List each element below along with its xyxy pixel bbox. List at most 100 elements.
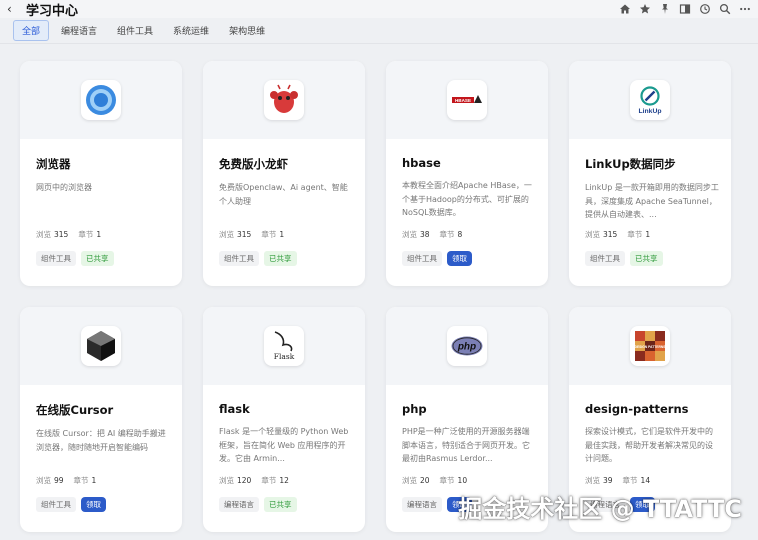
star-icon[interactable] xyxy=(638,2,652,16)
history-icon[interactable] xyxy=(698,2,712,16)
card-description: 在线版 Cursor：把 AI 编程助手搬进浏览器，随时随地开启智能编码 xyxy=(36,429,166,452)
card-description: 本教程全面介绍Apache HBase，一个基于Hadoop的分布式、可扩展的N… xyxy=(402,181,532,217)
card-title: 浏览器 xyxy=(36,157,71,171)
shared-badge: 已共享 xyxy=(264,251,297,266)
design-patterns-logo-icon: DESIGN PATTERNS xyxy=(630,326,670,366)
linkup-logo-text: LinkUp xyxy=(638,108,661,115)
chapters-stat: 章节 8 xyxy=(439,230,463,239)
chapters-stat: 章节 10 xyxy=(439,476,468,485)
design-patterns-logo-text: DESIGN PATTERNS xyxy=(635,345,667,349)
course-card-cursor[interactable]: 在线版Cursor 在线版 Cursor：把 AI 编程助手搬进浏览器，随时随地… xyxy=(20,307,182,532)
card-tags: 编程语言 已共享 xyxy=(219,497,297,512)
linkup-logo-icon: LinkUp xyxy=(630,80,670,120)
course-grid: 浏览器 网页中的浏览器 浏览 315 章节 1 组件工具 已共享 免费版小龙虾 免费… xyxy=(20,61,731,532)
shared-badge: 已共享 xyxy=(264,497,297,512)
views-stat: 浏览 38 xyxy=(402,230,430,239)
card-tags: 组件工具 已共享 xyxy=(585,251,663,266)
home-icon[interactable] xyxy=(618,2,632,16)
category-tag: 编程语言 xyxy=(219,497,259,512)
chapters-stat: 章节 1 xyxy=(73,476,97,485)
card-description: LinkUp 是一款开箱即用的数据同步工具，深度集成 Apache SeaTun… xyxy=(585,183,719,219)
chapters-stat: 章节 14 xyxy=(622,476,651,485)
views-stat: 浏览 20 xyxy=(402,476,430,485)
category-tag: 组件工具 xyxy=(36,497,76,512)
course-card-flask[interactable]: Flask flask Flask 是一个轻量级的 Python Web 框架，… xyxy=(203,307,365,532)
more-icon[interactable] xyxy=(738,2,752,16)
tab-component-tools[interactable]: 组件工具 xyxy=(109,21,161,40)
card-tags: 组件工具 已共享 xyxy=(219,251,297,266)
card-title: 免费版小龙虾 xyxy=(219,157,288,171)
card-tags: 组件工具 领取 xyxy=(36,497,106,512)
card-tags: 组件工具 领取 xyxy=(402,251,472,266)
chapters-stat: 章节 1 xyxy=(261,230,285,239)
card-stats: 浏览 120 章节 12 xyxy=(219,475,289,486)
pin-icon[interactable] xyxy=(658,2,672,16)
course-card-lobster[interactable]: 免费版小龙虾 免费版Openclaw、Ai agent、智能个人助理 浏览 315… xyxy=(203,61,365,286)
title-bar: ‹ 学习中心 xyxy=(0,0,758,19)
category-tag: 组件工具 xyxy=(402,251,442,266)
card-title: LinkUp数据同步 xyxy=(585,157,676,171)
views-stat: 浏览 120 xyxy=(219,476,252,485)
tab-all[interactable]: 全部 xyxy=(13,20,50,41)
card-stats: 浏览 315 章节 1 xyxy=(36,229,101,240)
category-tag: 组件工具 xyxy=(219,251,259,266)
views-stat: 浏览 315 xyxy=(585,230,618,239)
category-tag: 组件工具 xyxy=(585,251,625,266)
hbase-logo-icon: HBASE xyxy=(447,80,487,120)
php-logo-text: php xyxy=(457,342,476,353)
watermark: 掘金技术社区 @ TTATTC xyxy=(458,495,742,523)
browser-logo-icon xyxy=(81,80,121,120)
card-title: php xyxy=(402,402,427,416)
card-header xyxy=(20,307,182,385)
flask-logo-icon: Flask xyxy=(264,326,304,366)
course-card-browser[interactable]: 浏览器 网页中的浏览器 浏览 315 章节 1 组件工具 已共享 xyxy=(20,61,182,286)
lobster-logo-icon xyxy=(264,80,304,120)
app-title: 学习中心 xyxy=(26,3,79,19)
card-description: 免费版Openclaw、Ai agent、智能个人助理 xyxy=(219,183,348,206)
chapters-stat: 章节 1 xyxy=(627,230,651,239)
card-title: hbase xyxy=(402,156,441,170)
card-description: 网页中的浏览器 xyxy=(36,183,92,192)
category-tag: 组件工具 xyxy=(36,251,76,266)
card-stats: 浏览 315 章节 1 xyxy=(585,229,650,240)
search-icon[interactable] xyxy=(718,2,732,16)
views-stat: 浏览 315 xyxy=(36,230,69,239)
claim-button[interactable]: 领取 xyxy=(81,497,106,512)
category-tabs: 全部 编程语言 组件工具 系统运维 架构思维 xyxy=(0,18,758,44)
card-stats: 浏览 99 章节 1 xyxy=(36,475,96,486)
card-stats: 浏览 20 章节 10 xyxy=(402,475,467,486)
category-tag: 编程语言 xyxy=(402,497,442,512)
card-stats: 浏览 38 章节 8 xyxy=(402,229,462,240)
card-header: php xyxy=(386,307,548,385)
flask-logo-text: Flask xyxy=(274,352,295,361)
card-header: DESIGN PATTERNS xyxy=(569,307,731,385)
chapters-stat: 章节 1 xyxy=(78,230,102,239)
card-header xyxy=(203,61,365,139)
card-stats: 浏览 39 章节 14 xyxy=(585,475,650,486)
claim-button[interactable]: 领取 xyxy=(447,251,472,266)
course-card-hbase[interactable]: HBASE hbase 本教程全面介绍Apache HBase，一个基于Hado… xyxy=(386,61,548,286)
shared-badge: 已共享 xyxy=(81,251,114,266)
chevron-left-icon[interactable]: ‹ xyxy=(7,0,21,18)
course-card-linkup[interactable]: LinkUp LinkUp数据同步 LinkUp 是一款开箱即用的数据同步工具，… xyxy=(569,61,731,286)
tab-architecture[interactable]: 架构思维 xyxy=(221,21,273,40)
card-header: LinkUp xyxy=(569,61,731,139)
php-logo-icon: php xyxy=(447,326,487,366)
card-header: Flask xyxy=(203,307,365,385)
card-title: design-patterns xyxy=(585,402,689,416)
panel-icon[interactable] xyxy=(678,2,692,16)
card-description: Flask 是一个轻量级的 Python Web 框架，旨在简化 Web 应用程… xyxy=(219,427,349,463)
card-header: HBASE xyxy=(386,61,548,139)
tab-system-ops[interactable]: 系统运维 xyxy=(165,21,217,40)
toolbar-icons xyxy=(618,2,752,16)
views-stat: 浏览 315 xyxy=(219,230,252,239)
chapters-stat: 章节 12 xyxy=(261,476,289,485)
card-stats: 浏览 315 章节 1 xyxy=(219,229,284,240)
card-header xyxy=(20,61,182,139)
views-stat: 浏览 39 xyxy=(585,476,613,485)
card-tags: 组件工具 已共享 xyxy=(36,251,114,266)
views-stat: 浏览 99 xyxy=(36,476,64,485)
cursor-logo-icon xyxy=(81,326,121,366)
tab-programming-languages[interactable]: 编程语言 xyxy=(53,21,105,40)
card-description: 探索设计模式，它们是软件开发中的最佳实践，帮助开发者解决常见的设计问题。 xyxy=(585,427,713,463)
